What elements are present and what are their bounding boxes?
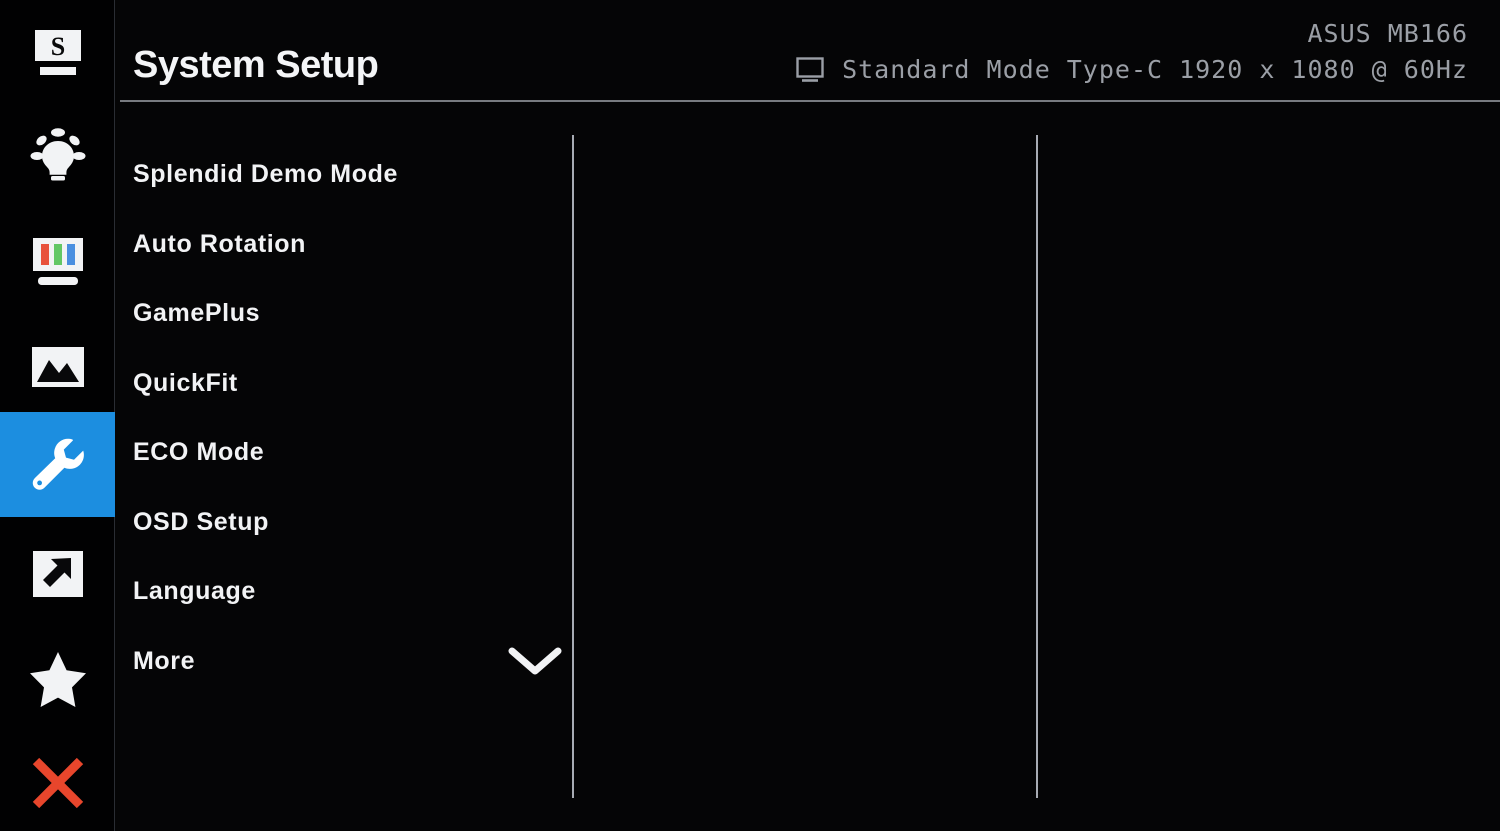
resolution-label: 1920 x 1080 @ 60Hz [1179,55,1468,84]
header: System Setup ASUS MB166 Standard Mode Ty… [115,0,1500,102]
splendid-s-monitor-icon: S [29,26,87,80]
menu-item-auto-rotation[interactable]: Auto Rotation [133,210,553,280]
sidebar-item-shortcut[interactable] [0,522,115,627]
sidebar-item-bluelight-filter[interactable] [0,105,115,210]
rgb-color-bars-icon [28,235,88,291]
monitor-icon [796,56,826,84]
sidebar-item-splendid[interactable]: S [0,0,115,105]
menu-item-language[interactable]: Language [133,557,553,627]
monitor-model: ASUS MB166 [1307,19,1468,48]
column-divider-left [572,135,574,798]
menu-list: Splendid Demo Mode Auto Rotation GamePlu… [133,140,562,697]
wrench-icon [27,435,89,495]
menu-item-label: OSD Setup [133,507,269,536]
svg-text:S: S [50,32,64,61]
mountain-picture-icon [29,344,87,392]
sidebar: S [0,0,115,831]
menu-item-eco-mode[interactable]: ECO Mode [133,418,553,488]
menu-item-splendid-demo-mode[interactable]: Splendid Demo Mode [133,140,553,210]
column-divider-right [1036,135,1038,798]
sidebar-item-myfavorite[interactable] [0,625,115,730]
lightbulb-icon [27,127,89,188]
menu-item-quickfit[interactable]: QuickFit [133,349,553,419]
menu-item-label: More [133,646,196,675]
sidebar-item-image[interactable] [0,315,115,420]
status-line: Standard Mode Type-C 1920 x 1080 @ 60Hz [796,52,1468,88]
menu-item-label: Auto Rotation [133,229,307,258]
preset-mode-label: Standard Mode [842,55,1051,84]
page-title: System Setup [133,44,379,86]
menu-item-more[interactable]: More [133,627,562,697]
menu-item-label: Language [133,577,256,606]
diagonal-arrow-icon [30,549,86,601]
sidebar-item-color[interactable] [0,210,115,315]
menu-item-label: QuickFit [133,368,238,397]
header-divider [120,100,1500,102]
star-icon [28,649,88,707]
menu-item-label: Splendid Demo Mode [133,160,398,189]
status-cluster: ASUS MB166 Standard Mode Type-C 1920 x 1… [796,16,1468,88]
input-source-label: Type-C [1066,55,1164,84]
menu-item-gameplus[interactable]: GamePlus [133,279,553,349]
chevron-down-icon[interactable] [508,645,562,677]
osd-root: S System Setup ASUS MB166 Standard Mode … [0,0,1500,831]
sidebar-item-exit[interactable] [0,730,115,831]
menu-item-label: ECO Mode [133,438,265,467]
sidebar-item-system-setup[interactable] [0,412,115,517]
menu-item-osd-setup[interactable]: OSD Setup [133,488,553,558]
menu-item-label: GamePlus [133,299,261,328]
close-x-icon [29,754,87,812]
